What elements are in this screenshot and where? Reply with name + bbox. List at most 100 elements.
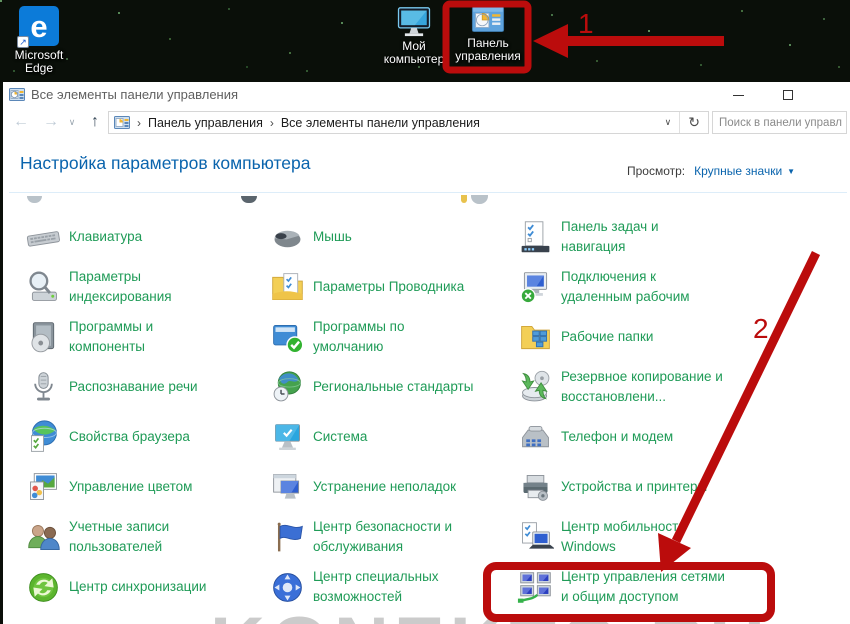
item-label: Телефон и модем — [561, 429, 674, 444]
item-mouse[interactable]: Мышь — [268, 212, 516, 262]
item-remote-desktop-connections[interactable]: Подключения к удаленным рабочим — [516, 262, 832, 312]
window-titlebar: Все элементы панели управления — [3, 82, 850, 108]
item-user-accounts[interactable]: Учетные записи пользователей — [24, 512, 268, 562]
refresh-icon[interactable]: ↻ — [680, 114, 708, 131]
users-icon — [24, 518, 62, 556]
back-button[interactable]: ← — [9, 111, 33, 133]
item-label: Региональные стандарты — [313, 379, 474, 394]
control-panel-icon — [114, 115, 130, 129]
item-label: Устройства и принтеры — [561, 479, 708, 494]
flag-icon — [268, 518, 306, 556]
search-box — [712, 111, 847, 134]
troubleshoot-icon — [268, 468, 306, 506]
view-bar: Просмотр: Крупные значки ▼ — [627, 164, 795, 178]
control-panel-icon — [471, 6, 505, 32]
screenshot-stage: e ↗ Microsoft Edge Мой компьютер Панель … — [0, 0, 850, 624]
control-panel-icon — [9, 88, 25, 101]
taskbar-icon — [516, 218, 554, 256]
breadcrumb-current[interactable]: Все элементы панели управления — [281, 116, 480, 130]
item-label: Параметры индексирования — [69, 269, 172, 304]
mouse-icon — [268, 218, 306, 256]
control-panel-window: Все элементы панели управления ← → ∨ ↑ ›… — [3, 82, 850, 624]
up-button[interactable]: ↑ — [83, 111, 107, 133]
sync-icon — [24, 568, 62, 606]
item-regional-standards[interactable]: Региональные стандарты — [268, 362, 516, 412]
item-windows-mobility-center[interactable]: Центр мобильности Windows — [516, 512, 832, 562]
item-label: Панель задач и навигация — [561, 219, 659, 254]
maximize-button[interactable] — [768, 82, 808, 108]
globe-clock-icon — [268, 368, 306, 406]
item-default-programs[interactable]: Программы по умолчанию — [268, 312, 516, 362]
item-programs-features[interactable]: Программы и компоненты — [24, 312, 268, 362]
item-security-maintenance-center[interactable]: Центр безопасности и обслуживания — [268, 512, 516, 562]
browser-globe-icon — [24, 418, 62, 456]
item-browser-properties[interactable]: Свойства браузера — [24, 412, 268, 462]
work-folders-icon — [516, 318, 554, 356]
view-mode-link[interactable]: Крупные значки — [694, 164, 782, 178]
item-label: Учетные записи пользователей — [69, 519, 170, 554]
minimize-button[interactable] — [718, 82, 758, 108]
shortcut-arrow-icon: ↗ — [17, 36, 29, 48]
item-label: Центр синхронизации — [69, 579, 207, 594]
chevron-down-icon[interactable]: ▼ — [787, 167, 795, 176]
view-label: Просмотр: — [627, 164, 686, 178]
item-label: Центр мобильности Windows — [561, 519, 686, 554]
forward-button[interactable]: → — [39, 111, 63, 133]
printer-icon — [516, 468, 554, 506]
edge-letter: e — [30, 8, 48, 44]
control-panel-grid: Клавиатура Мышь Панель задач и навигация Па… — [24, 212, 832, 612]
item-label: Система — [313, 429, 368, 444]
item-label: Клавиатура — [69, 229, 143, 244]
default-programs-icon — [268, 318, 306, 356]
page-title: Настройка параметров компьютера — [20, 153, 311, 173]
item-label: Параметры Проводника — [313, 279, 465, 294]
search-input[interactable] — [713, 116, 846, 129]
color-palette-icon — [24, 468, 62, 506]
desktop-shortcut-control-panel[interactable]: Панель управления — [448, 6, 528, 63]
shortcut-label: Панель управления — [455, 36, 521, 63]
item-explorer-options[interactable]: Параметры Проводника — [268, 262, 516, 312]
item-backup-restore[interactable]: Резервное копирование и восстановлени... — [516, 362, 832, 412]
item-keyboard[interactable]: Клавиатура — [24, 212, 268, 262]
item-system[interactable]: Система — [268, 412, 516, 462]
keyboard-icon — [24, 218, 62, 256]
indexing-icon — [24, 268, 62, 306]
item-label: Программы по умолчанию — [313, 319, 405, 354]
partial-icon — [241, 196, 257, 203]
item-work-folders[interactable]: Рабочие папки — [516, 312, 832, 362]
address-bar[interactable]: › Панель управления › Все элементы панел… — [108, 111, 709, 134]
desktop-shortcut-my-computer[interactable]: Мой компьютер — [374, 6, 454, 66]
partial-icon — [471, 195, 488, 204]
item-devices-printers[interactable]: Устройства и принтеры — [516, 462, 832, 512]
item-label: Устранение неполадок — [313, 479, 457, 494]
system-monitor-icon — [268, 418, 306, 456]
desktop-shortcut-microsoft-edge[interactable]: e ↗ Microsoft Edge — [8, 6, 70, 75]
item-phone-modem[interactable]: Телефон и модем — [516, 412, 832, 462]
backup-icon — [516, 368, 554, 406]
microphone-icon — [24, 368, 62, 406]
item-troubleshooting[interactable]: Устранение неполадок — [268, 462, 516, 512]
item-color-management[interactable]: Управление цветом — [24, 462, 268, 512]
mobility-icon — [516, 518, 554, 556]
item-indexing-options[interactable]: Параметры индексирования — [24, 262, 268, 312]
item-label: Управление цветом — [69, 479, 193, 494]
history-dropdown-icon[interactable]: ∨ — [65, 111, 79, 133]
folder-options-icon — [268, 268, 306, 306]
item-taskbar-navigation[interactable]: Панель задач и навигация — [516, 212, 832, 262]
partial-icon — [27, 196, 42, 203]
breadcrumb-root[interactable]: Панель управления — [148, 116, 263, 130]
breadcrumb-separator: › — [269, 115, 274, 130]
address-dropdown-icon[interactable]: ∨ — [657, 117, 680, 128]
desktop-stars — [0, 0, 2, 2]
item-label: Программы и компоненты — [69, 319, 154, 354]
phone-icon — [516, 418, 554, 456]
header-divider — [9, 192, 847, 193]
breadcrumb-separator: › — [137, 115, 141, 130]
item-label: Мышь — [313, 229, 352, 244]
navigation-bar: ← → ∨ ↑ › Панель управления › Все элемен… — [3, 108, 850, 138]
item-speech-recognition[interactable]: Распознавание речи — [24, 362, 268, 412]
watermark: KONEKTO.RU — [210, 601, 770, 624]
item-label: Распознавание речи — [69, 379, 198, 394]
window-title: Все элементы панели управления — [31, 87, 239, 102]
shortcut-label: Мой компьютер — [383, 39, 445, 66]
